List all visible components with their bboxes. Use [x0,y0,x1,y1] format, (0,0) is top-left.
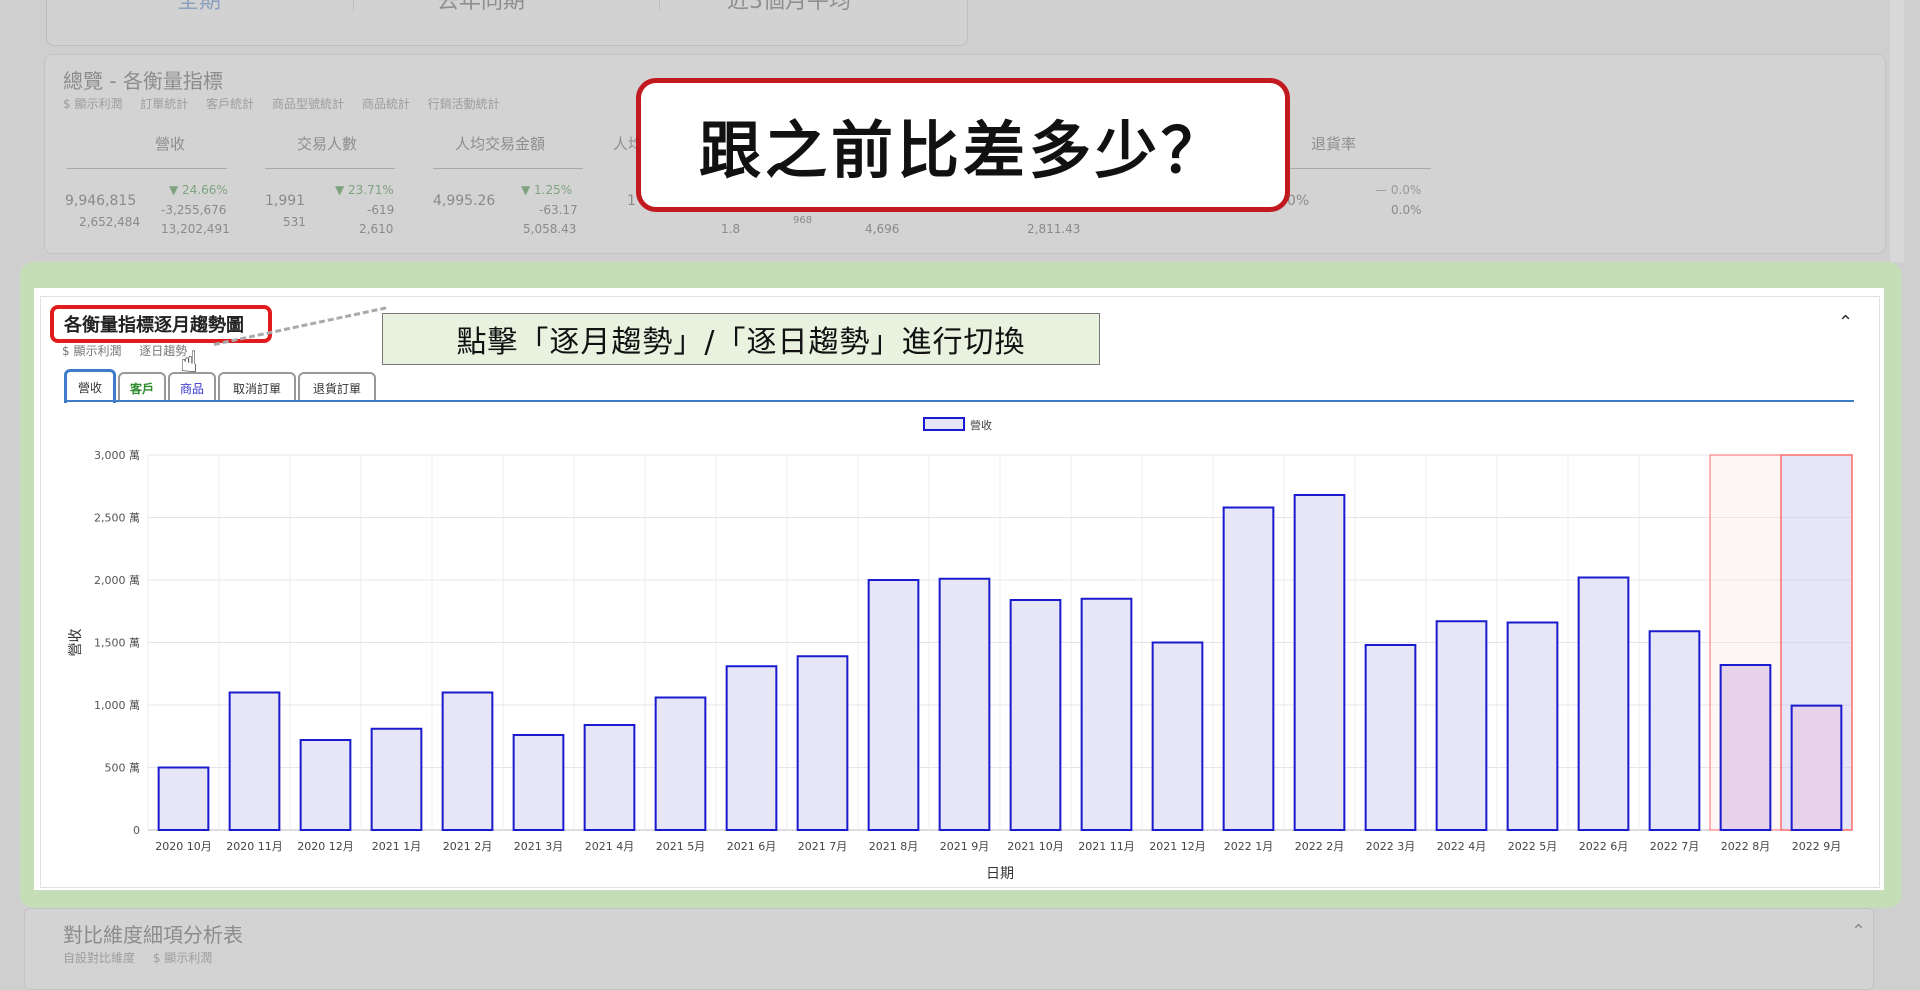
y-tick-label: 3,000 萬 [94,449,140,462]
x-tick-label: 2021 12月 [1149,840,1206,853]
comparison-toolbar: 自設對比維度 $ 顯示利潤 [63,949,226,966]
y-tick-label: 1,000 萬 [94,699,140,712]
comparison-detail-panel: 對比維度細項分析表 自設對比維度 $ 顯示利潤 ⌃ [24,908,1874,990]
bar [512,734,565,831]
x-tick-label: 2021 4月 [585,840,635,853]
bar [370,727,423,831]
y-tick-label: 500 萬 [105,762,141,775]
y-axis-title: 營收 [68,629,84,657]
x-tick-label: 2022 3月 [1366,840,1416,853]
bar [1506,621,1559,831]
x-tick-label: 2020 12月 [297,840,354,853]
revenue-bar-chart: 0 500 萬 1,000 萬 1,500 萬 2,000 萬 2,500 萬 3,000 … [68,417,1853,882]
x-tick-label: 2021 5月 [656,840,706,853]
y-tick-label: 2,000 萬 [94,574,140,587]
x-tick-label: 2022 6月 [1579,840,1629,853]
bar [938,577,991,831]
bar [796,655,849,831]
bar [1435,620,1488,831]
legend-label: 營收 [970,418,992,432]
x-tick-label: 2020 11月 [226,840,283,853]
x-tick-label: 2022 7月 [1650,840,1700,853]
bar [1222,506,1275,831]
bar [1009,599,1062,831]
bar [1577,576,1630,831]
bar [1648,630,1701,831]
x-tick-label: 2021 1月 [372,840,422,853]
show-profit-toggle[interactable]: $ 顯示利潤 [153,951,212,965]
x-tick-label: 2021 2月 [443,840,493,853]
bar [1293,494,1346,831]
x-tick-label: 2021 3月 [514,840,564,853]
y-tick-label: 0 [133,824,140,837]
y-tick-label: 2,500 萬 [94,512,140,525]
y-tick-label: 1,500 萬 [94,637,140,650]
bar [1719,664,1772,831]
bar [1080,597,1133,831]
x-tick-label: 2022 4月 [1437,840,1487,853]
x-tick-label: 2020 10月 [155,840,212,853]
bar [441,691,494,831]
bar [583,724,636,831]
bar [725,665,778,831]
bar [1151,641,1204,831]
bar [157,766,210,831]
x-tick-label: 2022 5月 [1508,840,1558,853]
x-tick-label: 2022 2月 [1295,840,1345,853]
x-tick-label: 2021 8月 [869,840,919,853]
x-tick-label: 2021 6月 [727,840,777,853]
custom-dimension-link[interactable]: 自設對比維度 [63,951,135,965]
comparison-panel-title: 對比維度細項分析表 [63,923,243,947]
x-tick-label: 2021 9月 [940,840,990,853]
x-tick-label: 2021 10月 [1007,840,1064,853]
bar [867,579,920,831]
x-axis-title: 日期 [986,866,1014,882]
bar [299,739,352,831]
chevron-up-icon[interactable]: ⌃ [1851,921,1866,942]
x-tick-label: 2022 1月 [1224,840,1274,853]
bar [1364,644,1417,831]
bar [228,691,281,831]
x-tick-label: 2021 11月 [1078,840,1135,853]
legend-swatch [923,417,965,431]
x-tick-label: 2021 7月 [798,840,848,853]
bar [1790,704,1843,831]
x-tick-label: 2022 9月 [1792,840,1842,853]
bar [654,696,707,831]
x-tick-label: 2022 8月 [1721,840,1771,853]
